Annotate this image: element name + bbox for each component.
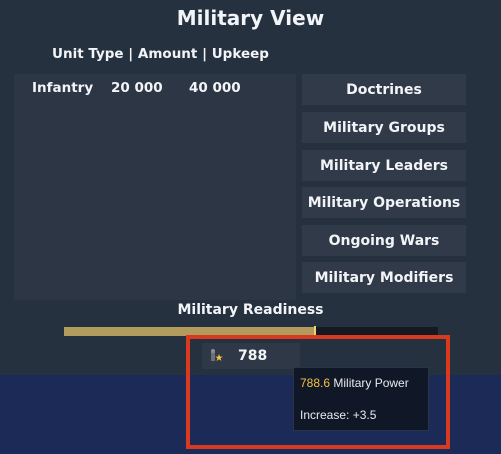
- unit-type-cell: Infantry: [32, 80, 94, 96]
- table-header: Unit Type | Amount | Upkeep: [52, 46, 269, 62]
- highlight-box: [186, 335, 450, 449]
- military-leaders-button[interactable]: Military Leaders: [302, 150, 466, 181]
- upkeep-cell: 40 000: [189, 80, 241, 96]
- amount-cell: 20 000: [111, 80, 163, 96]
- ongoing-wars-button[interactable]: Ongoing Wars: [302, 225, 466, 256]
- page-title: Military View: [176, 6, 325, 30]
- military-readiness-label: Military Readiness: [177, 302, 324, 318]
- military-modifiers-button[interactable]: Military Modifiers: [302, 262, 466, 293]
- doctrines-button[interactable]: Doctrines: [302, 74, 466, 105]
- military-groups-button[interactable]: Military Groups: [302, 112, 466, 143]
- units-table: Infantry 20 000 40 000: [14, 74, 296, 300]
- table-row[interactable]: Infantry 20 000 40 000: [14, 80, 296, 98]
- military-operations-button[interactable]: Military Operations: [302, 187, 466, 218]
- military-view-panel: Military View Unit Type | Amount | Upkee…: [0, 0, 501, 375]
